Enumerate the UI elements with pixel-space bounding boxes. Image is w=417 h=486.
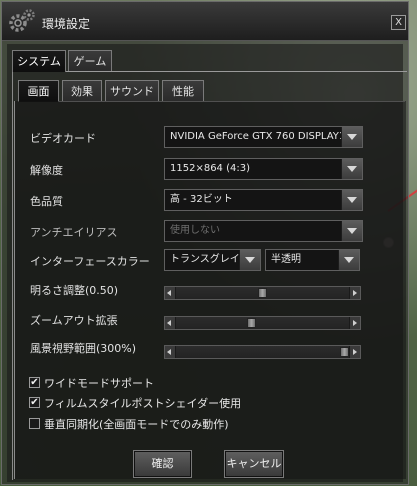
window-title: 環境設定 — [42, 17, 91, 31]
slider-right-arrow-icon[interactable] — [349, 287, 360, 299]
cancel-button[interactable]: キャンセル — [224, 450, 284, 478]
chevron-down-icon — [341, 159, 362, 179]
antialias-value: 使用しない — [170, 225, 220, 236]
transparency-dropdown[interactable]: 半透明 — [265, 249, 360, 271]
video-card-value: NVIDIA GeForce GTX 760 DISPLAY1 — [170, 131, 346, 142]
gear-icon — [9, 9, 35, 32]
vsync-checkbox[interactable] — [29, 418, 40, 429]
color-quality-dropdown[interactable]: 高 - 32ビット — [164, 189, 363, 211]
chevron-down-icon — [341, 127, 362, 147]
slider-right-arrow-icon[interactable] — [349, 317, 360, 329]
tab-system[interactable]: システム — [12, 50, 66, 72]
brightness-label: 明るさ調整(0.50) — [30, 284, 119, 297]
video-card-dropdown[interactable]: NVIDIA GeForce GTX 760 DISPLAY1 — [164, 126, 363, 148]
tab-display[interactable]: 画面 — [18, 80, 59, 102]
film-shader-label[interactable]: フィルムスタイルポストシェイダー使用 — [44, 395, 241, 411]
chevron-down-icon — [338, 250, 359, 270]
view-distance-slider-thumb[interactable] — [340, 347, 349, 357]
antialias-label: アンチエイリアス — [30, 226, 118, 239]
slider-left-arrow-icon[interactable] — [165, 287, 176, 299]
transparency-value: 半透明 — [271, 254, 301, 265]
chevron-down-icon — [341, 221, 362, 241]
interface-color-dropdown[interactable]: トランスグレイ — [164, 249, 261, 271]
resolution-dropdown[interactable]: 1152×864 (4:3) — [164, 158, 363, 180]
brightness-slider[interactable] — [164, 286, 361, 300]
brightness-slider-thumb[interactable] — [258, 288, 267, 298]
chevron-down-icon — [341, 190, 362, 210]
close-button[interactable]: X — [391, 15, 406, 30]
title-bar[interactable]: 環境設定 X — [2, 2, 408, 41]
view-distance-label: 風景視野範囲(300%) — [30, 342, 137, 355]
tab-sound[interactable]: サウンド — [105, 80, 159, 102]
tab-effects[interactable]: 効果 — [62, 80, 102, 102]
slider-right-arrow-icon[interactable] — [349, 346, 360, 358]
wide-mode-label[interactable]: ワイドモードサポート — [44, 375, 154, 391]
zoom-out-slider[interactable] — [164, 316, 361, 330]
antialias-dropdown: 使用しない — [164, 220, 363, 242]
zoom-out-slider-thumb[interactable] — [246, 318, 256, 328]
film-shader-checkbox[interactable]: ✔ — [29, 397, 40, 408]
zoom-out-label: ズームアウト拡張 — [30, 314, 118, 327]
ok-button[interactable]: 確認 — [133, 450, 192, 478]
color-quality-label: 色品質 — [30, 195, 63, 208]
wide-mode-checkbox[interactable]: ✔ — [29, 377, 40, 388]
slider-left-arrow-icon[interactable] — [165, 317, 176, 329]
view-distance-slider[interactable] — [164, 345, 361, 359]
interface-color-label: インターフェースカラー — [30, 255, 150, 268]
tab-performance[interactable]: 性能 — [162, 80, 204, 102]
vsync-label[interactable]: 垂直同期化(全画面モードでのみ動作) — [44, 416, 229, 432]
color-quality-value: 高 - 32ビット — [170, 194, 233, 205]
video-card-label: ビデオカード — [30, 132, 96, 145]
interface-color-value: トランスグレイ — [170, 254, 240, 265]
slider-left-arrow-icon[interactable] — [165, 346, 176, 358]
chevron-down-icon — [239, 250, 260, 270]
resolution-label: 解像度 — [30, 164, 63, 177]
resolution-value: 1152×864 (4:3) — [170, 163, 250, 174]
tab-game[interactable]: ゲーム — [68, 50, 112, 72]
